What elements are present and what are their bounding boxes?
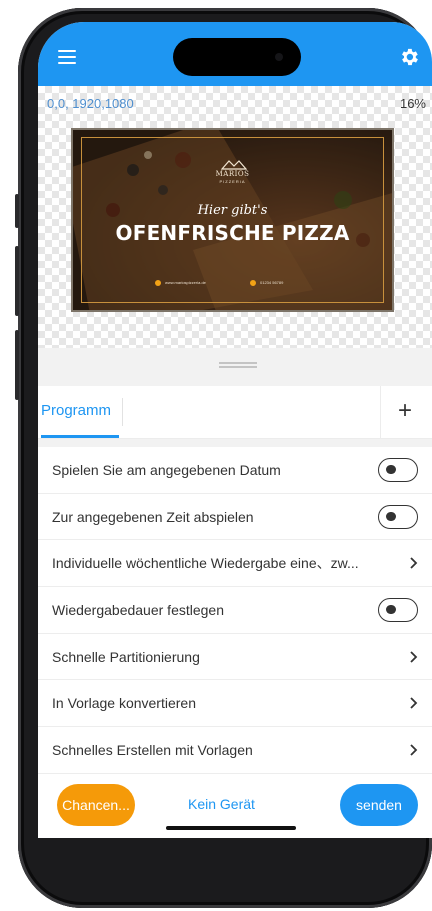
dynamic-island [173,38,301,76]
logo-icon [221,160,247,170]
bottom-bar: Chancen... Kein Gerät senden [38,774,432,838]
tab-programm-label: Programm [41,402,112,419]
poster-script-line: Hier gibt's [197,203,268,218]
toggle-switch[interactable] [378,458,418,482]
tab-programm[interactable]: Programm [38,386,119,438]
setting-label: In Vorlage konvertieren [52,695,196,712]
chevron-right-icon [410,557,418,570]
canvas-coordinates: 0,0, 1920,1080 [47,96,134,111]
phone-icon [250,280,256,286]
plus-icon[interactable]: + [398,396,412,426]
home-indicator [166,826,296,830]
toggle-switch[interactable] [378,598,418,623]
phone-contact: 01234 56789 [250,280,283,286]
zoom-level: 16% [399,96,426,111]
setting-quick-partition[interactable]: Schnelle Partitionierung [38,634,432,681]
setting-play-at-time[interactable]: Zur angegebenen Zeit abspielen [38,494,432,541]
device-status[interactable]: Kein Gerät [188,796,255,812]
poster-contacts: www.mariospizzeria.de 01234 56789 [155,280,325,290]
hamburger-icon[interactable] [58,50,76,64]
setting-play-on-date[interactable]: Spielen Sie am angegebenen Datum [38,447,432,494]
camera-icon [275,53,283,61]
setting-convert-template[interactable]: In Vorlage konvertieren [38,680,432,728]
side-button [15,330,19,400]
canvas-preview[interactable]: 0,0, 1920,1080 16% MARIOS PIZZERIA Hier … [38,86,432,348]
web-contact: www.mariospizzeria.de [155,280,206,286]
tab-underline [41,435,119,438]
brand-name: MARIOS [215,170,250,178]
setting-label: Wiedergabedauer festlegen [52,602,225,619]
contact-web-text: www.mariospizzeria.de [165,280,206,286]
setting-label: Zur angegebenen Zeit abspielen [52,508,254,525]
program-poster[interactable]: MARIOS PIZZERIA Hier gibt's OFENFRISCHE … [71,128,394,312]
setting-create-from-template[interactable]: Schnelles Erstellen mit Vorlagen [38,727,432,774]
poster-headline: OFENFRISCHE PIZZA [115,221,350,245]
settings-list: Spielen Sie am angegebenen Datum Zur ang… [38,447,432,774]
side-button [15,194,19,228]
setting-label: Schnelle Partitionierung [52,648,200,665]
app-screen: 0,0, 1920,1080 16% MARIOS PIZZERIA Hier … [38,22,432,838]
setting-playback-duration[interactable]: Wiedergabedauer festlegen [38,587,432,634]
drag-handle[interactable] [219,362,257,368]
setting-label: Schnelles Erstellen mit Vorlagen [52,742,253,759]
tab-bar: Programm + [38,386,432,439]
chevron-right-icon [410,651,418,663]
opportunities-button[interactable]: Chancen... [57,784,135,826]
gear-icon[interactable] [398,46,420,68]
contact-phone-text: 01234 56789 [260,280,284,286]
tab-divider [122,398,123,426]
brand-subtitle: PIZZERIA [219,179,246,184]
setting-weekly-playback[interactable]: Individuelle wöchentliche Wiedergabe ein… [38,540,432,588]
setting-label: Spielen Sie am angegebenen Datum [52,462,281,478]
globe-icon [155,280,161,286]
toggle-switch[interactable] [378,504,418,529]
chevron-right-icon [410,744,418,756]
chevron-right-icon [410,697,418,710]
side-button [15,246,19,316]
tab-divider [380,386,381,438]
send-button[interactable]: senden [340,784,418,826]
top-bar [38,22,432,86]
setting-label: Individuelle wöchentliche Wiedergabe ein… [52,555,359,572]
